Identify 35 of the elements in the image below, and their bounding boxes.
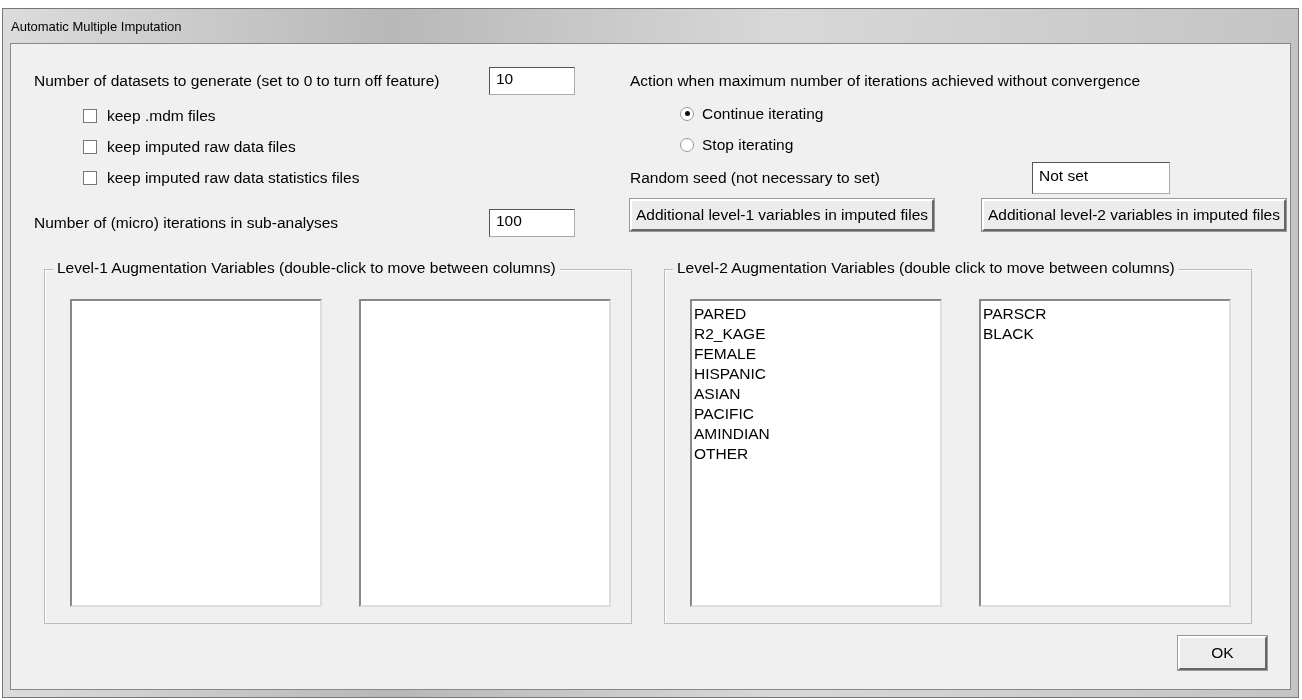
list-box[interactable]: PARED R2_KAGE FEMALE HISPANIC ASIAN PACIFIC AMINDIAN OTHER: [690, 299, 942, 607]
seed-field[interactable]: Not set: [1032, 162, 1170, 194]
radio-label[interactable]: Continue iterating: [702, 104, 824, 123]
number-field[interactable]: 100: [489, 209, 575, 237]
list-item[interactable]: FEMALE: [694, 344, 938, 364]
radio-button[interactable]: [680, 137, 694, 152]
field-label: Number of (micro) iterations in sub-analyses: [34, 214, 339, 232]
radio-button[interactable]: [680, 106, 694, 121]
number-field[interactable]: 10: [489, 67, 575, 95]
ok-button[interactable]: OK: [1178, 636, 1267, 670]
list-item[interactable]: PARED: [694, 304, 938, 324]
list-item[interactable]: ASIAN: [694, 384, 938, 404]
variables-button[interactable]: Additional level-2 variables in imputed files: [981, 199, 1286, 231]
variables-button[interactable]: Additional level-1 variables in imputed files: [630, 199, 935, 231]
group-title: Level-1 Augmentation Variables (double-click to move between columns): [53, 259, 560, 277]
checkbox-label[interactable]: keep imputed raw data statistics files: [107, 168, 360, 187]
field-label: Number of datasets to generate (set to 0 to turn off feature): [34, 72, 440, 90]
radio-label[interactable]: Stop iterating: [702, 135, 794, 154]
list-item[interactable]: R2_KAGE: [694, 324, 938, 344]
list-item[interactable]: PACIFIC: [694, 404, 938, 424]
list-item[interactable]: PARSCR: [983, 304, 1227, 324]
list-item[interactable]: OTHER: [694, 444, 938, 464]
group-title: Level-2 Augmentation Variables (double click to move between columns): [673, 259, 1179, 277]
checkbox[interactable]: [83, 108, 97, 123]
list-item[interactable]: BLACK: [983, 324, 1227, 344]
checkbox-label[interactable]: keep .mdm files: [107, 106, 216, 125]
checkbox-label[interactable]: keep imputed raw data files: [107, 137, 296, 156]
checkbox[interactable]: [83, 139, 97, 154]
checkbox[interactable]: [83, 170, 97, 185]
list-item[interactable]: AMINDIAN: [694, 424, 938, 444]
list-item[interactable]: HISPANIC: [694, 364, 938, 384]
list-box[interactable]: PARSCR BLACK: [979, 299, 1231, 607]
field-label: Random seed (not necessary to set): [630, 169, 880, 187]
section-label: Action when maximum number of iterations achieved without convergence: [630, 72, 1142, 90]
window-title: Automatic Multiple Imputation: [11, 18, 182, 34]
